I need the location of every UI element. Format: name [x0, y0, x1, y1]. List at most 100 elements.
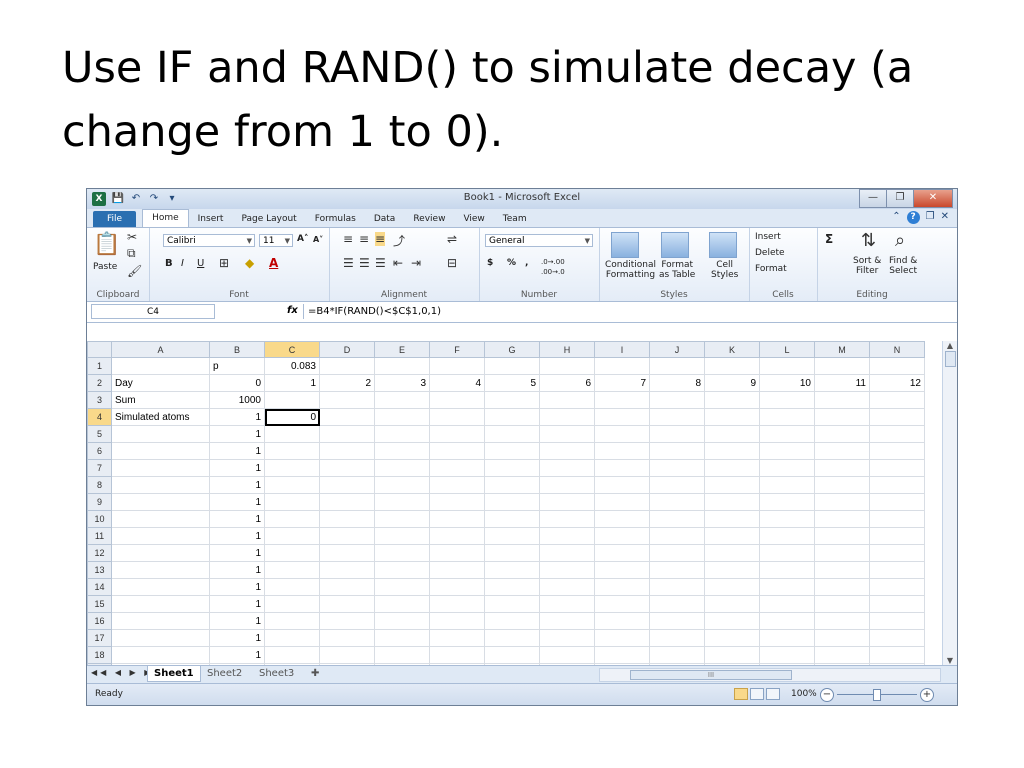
cell-G2[interactable]: 5 [484, 374, 540, 392]
paste-button[interactable]: Paste [93, 262, 117, 272]
cell-D4[interactable] [319, 408, 375, 426]
cell-M17[interactable] [814, 629, 870, 647]
name-box[interactable]: C4 [91, 304, 215, 319]
cell-J10[interactable] [649, 510, 705, 528]
cell-N3[interactable] [869, 391, 925, 409]
cell-H8[interactable] [539, 476, 595, 494]
cell-L1[interactable] [759, 357, 815, 375]
cell-C9[interactable] [264, 493, 320, 511]
cell-E10[interactable] [374, 510, 430, 528]
cell-H3[interactable] [539, 391, 595, 409]
cell-J11[interactable] [649, 527, 705, 545]
cell-L16[interactable] [759, 612, 815, 630]
copy-icon[interactable]: ⧉ [127, 246, 136, 261]
cell-F4[interactable] [429, 408, 485, 426]
cell-G17[interactable] [484, 629, 540, 647]
cell-H9[interactable] [539, 493, 595, 511]
shrink-font-button[interactable]: A˅ [313, 235, 323, 244]
cell-K14[interactable] [704, 578, 760, 596]
cell-E15[interactable] [374, 595, 430, 613]
cell-N12[interactable] [869, 544, 925, 562]
cell-M3[interactable] [814, 391, 870, 409]
cell-I6[interactable] [594, 442, 650, 460]
cell-I10[interactable] [594, 510, 650, 528]
cell-B9[interactable]: 1 [209, 493, 265, 511]
cell-F12[interactable] [429, 544, 485, 562]
cell-H2[interactable]: 6 [539, 374, 595, 392]
cell-I13[interactable] [594, 561, 650, 579]
cell-G8[interactable] [484, 476, 540, 494]
cell-J14[interactable] [649, 578, 705, 596]
cut-icon[interactable]: ✂ [127, 230, 137, 244]
zoom-level[interactable]: 100% [791, 689, 817, 699]
cell-B8[interactable]: 1 [209, 476, 265, 494]
cell-I8[interactable] [594, 476, 650, 494]
paste-icon[interactable]: 📋 [93, 232, 120, 257]
conditional-formatting-button[interactable]: Conditional Formatting [605, 260, 656, 280]
find-select-button[interactable]: Find & Select [889, 256, 917, 276]
cell-H12[interactable] [539, 544, 595, 562]
cell-H1[interactable] [539, 357, 595, 375]
vertical-scrollbar[interactable]: ▲ ▼ [942, 341, 957, 665]
row-header[interactable]: 2 [87, 374, 112, 392]
cell-L10[interactable] [759, 510, 815, 528]
cell-N16[interactable] [869, 612, 925, 630]
cell-C8[interactable] [264, 476, 320, 494]
cell-A1[interactable] [111, 357, 210, 375]
cell-E9[interactable] [374, 493, 430, 511]
cell-M10[interactable] [814, 510, 870, 528]
cell-E13[interactable] [374, 561, 430, 579]
cell-L4[interactable] [759, 408, 815, 426]
cell-K8[interactable] [704, 476, 760, 494]
cell-J3[interactable] [649, 391, 705, 409]
cell-I12[interactable] [594, 544, 650, 562]
page-break-view-icon[interactable] [766, 688, 780, 700]
vertical-scroll-thumb[interactable] [945, 351, 956, 367]
format-as-table-icon[interactable] [661, 232, 689, 258]
cell-L2[interactable]: 10 [759, 374, 815, 392]
cell-D8[interactable] [319, 476, 375, 494]
cell-I14[interactable] [594, 578, 650, 596]
cell-E5[interactable] [374, 425, 430, 443]
column-header[interactable]: I [594, 341, 650, 358]
cell-A11[interactable] [111, 527, 210, 545]
cell-C6[interactable] [264, 442, 320, 460]
cell-D14[interactable] [319, 578, 375, 596]
cell-A13[interactable] [111, 561, 210, 579]
cell-B18[interactable]: 1 [209, 646, 265, 664]
cell-C12[interactable] [264, 544, 320, 562]
conditional-formatting-icon[interactable] [611, 232, 639, 258]
zoom-out-button[interactable]: − [820, 688, 834, 702]
cell-H10[interactable] [539, 510, 595, 528]
cell-H17[interactable] [539, 629, 595, 647]
cell-E4[interactable] [374, 408, 430, 426]
cell-F17[interactable] [429, 629, 485, 647]
cell-B16[interactable]: 1 [209, 612, 265, 630]
normal-view-icon[interactable] [734, 688, 748, 700]
cell-A15[interactable] [111, 595, 210, 613]
cell-C16[interactable] [264, 612, 320, 630]
cell-A7[interactable] [111, 459, 210, 477]
cell-D3[interactable] [319, 391, 375, 409]
cell-F7[interactable] [429, 459, 485, 477]
cell-I17[interactable] [594, 629, 650, 647]
cell-M13[interactable] [814, 561, 870, 579]
cell-A8[interactable] [111, 476, 210, 494]
cell-K3[interactable] [704, 391, 760, 409]
cell-C7[interactable] [264, 459, 320, 477]
cell-E3[interactable] [374, 391, 430, 409]
zoom-slider-thumb[interactable] [873, 689, 881, 701]
sort-filter-icon[interactable]: ⇅ [861, 230, 876, 251]
cell-G7[interactable] [484, 459, 540, 477]
cell-E14[interactable] [374, 578, 430, 596]
cell-F18[interactable] [429, 646, 485, 664]
align-bottom-icon[interactable]: ≡ [375, 232, 386, 246]
row-header[interactable]: 8 [87, 476, 112, 494]
cell-J4[interactable] [649, 408, 705, 426]
row-header[interactable]: 4 [87, 408, 112, 426]
cell-A2[interactable]: Day [111, 374, 210, 392]
cell-L14[interactable] [759, 578, 815, 596]
cell-N18[interactable] [869, 646, 925, 664]
row-header[interactable]: 7 [87, 459, 112, 477]
close-workbook-icon[interactable]: ✕ [941, 211, 949, 224]
